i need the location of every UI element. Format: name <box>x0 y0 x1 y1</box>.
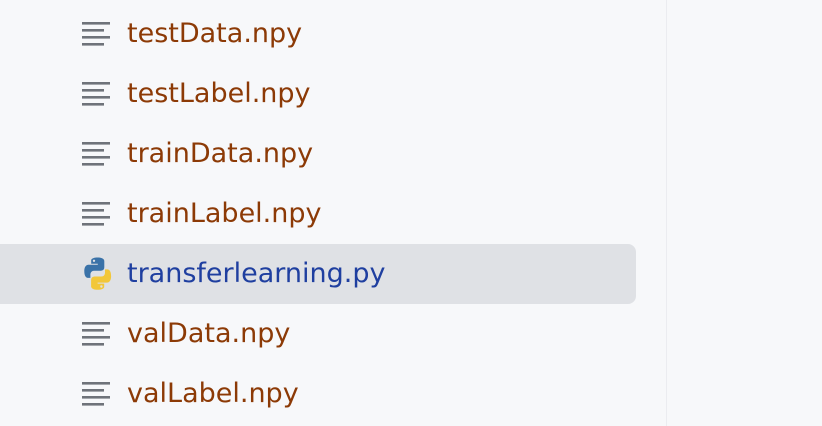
file-row-testData[interactable]: testData.npy <box>0 4 636 64</box>
file-row-transferlearning[interactable]: transferlearning.py <box>0 244 636 304</box>
file-name: valLabel.npy <box>127 378 299 409</box>
text-lines-icon <box>80 196 116 232</box>
text-lines-icon <box>80 136 116 172</box>
file-row-valData[interactable]: valData.npy <box>0 304 636 364</box>
file-row-trainData[interactable]: trainData.npy <box>0 124 636 184</box>
text-lines-icon <box>80 316 116 352</box>
file-row-trainLabel[interactable]: trainLabel.npy <box>0 184 636 244</box>
text-lines-icon <box>80 16 116 52</box>
file-name: testData.npy <box>127 18 303 49</box>
file-row-testLabel[interactable]: testLabel.npy <box>0 64 636 124</box>
project-file-tree: testData.npy testLabel.npy trainData.npy… <box>0 0 666 426</box>
file-name: testLabel.npy <box>127 78 311 109</box>
file-name: trainData.npy <box>127 138 314 169</box>
file-name: valData.npy <box>127 318 291 349</box>
editor-area <box>667 0 822 426</box>
file-name: trainLabel.npy <box>127 198 322 229</box>
file-name: transferlearning.py <box>127 258 386 289</box>
text-lines-icon <box>80 376 116 412</box>
file-list: testData.npy testLabel.npy trainData.npy… <box>0 4 666 424</box>
file-row-valLabel[interactable]: valLabel.npy <box>0 364 636 424</box>
python-icon <box>80 256 116 292</box>
text-lines-icon <box>80 76 116 112</box>
